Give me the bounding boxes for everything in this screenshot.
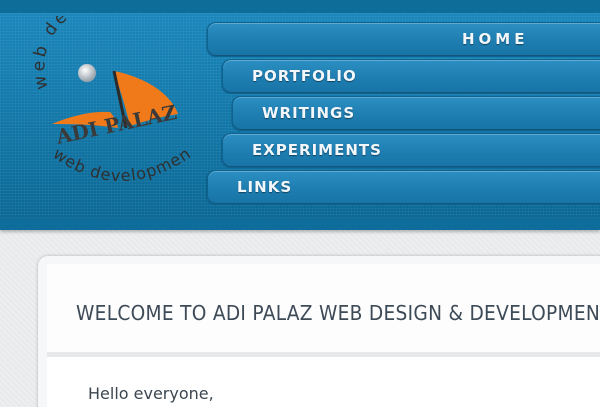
nav-item-home[interactable]: HOME xyxy=(207,22,600,57)
logo-brand-text: ADI PALAZ xyxy=(53,100,179,149)
nav-item-experiments[interactable]: EXPERIMENTS xyxy=(222,133,600,168)
nav-label-writings: WRITINGS xyxy=(262,104,356,122)
nav-label-home: HOME xyxy=(462,30,529,48)
nav-label-portfolio: PORTFOLIO xyxy=(252,67,357,85)
nav-item-writings[interactable]: WRITINGS xyxy=(232,96,600,131)
greeting-text: Hello everyone, xyxy=(88,384,214,403)
header-bottom-strip xyxy=(0,218,600,230)
logo-top-text: web design xyxy=(30,16,115,91)
page-title: WELCOME TO ADI PALAZ WEB DESIGN & DEVELO… xyxy=(76,301,600,325)
logo-ball-icon xyxy=(78,64,96,82)
nav-label-experiments: EXPERIMENTS xyxy=(252,141,382,159)
nav-item-portfolio[interactable]: PORTFOLIO xyxy=(222,59,600,94)
nav-label-links: LINKS xyxy=(237,178,293,196)
site-logo[interactable]: web design ADI PALAZ web development xyxy=(26,0,205,201)
logo-graphic: web design ADI PALAZ web development xyxy=(26,0,193,185)
top-bar xyxy=(0,0,600,13)
nav-item-links[interactable]: LINKS xyxy=(207,170,600,205)
